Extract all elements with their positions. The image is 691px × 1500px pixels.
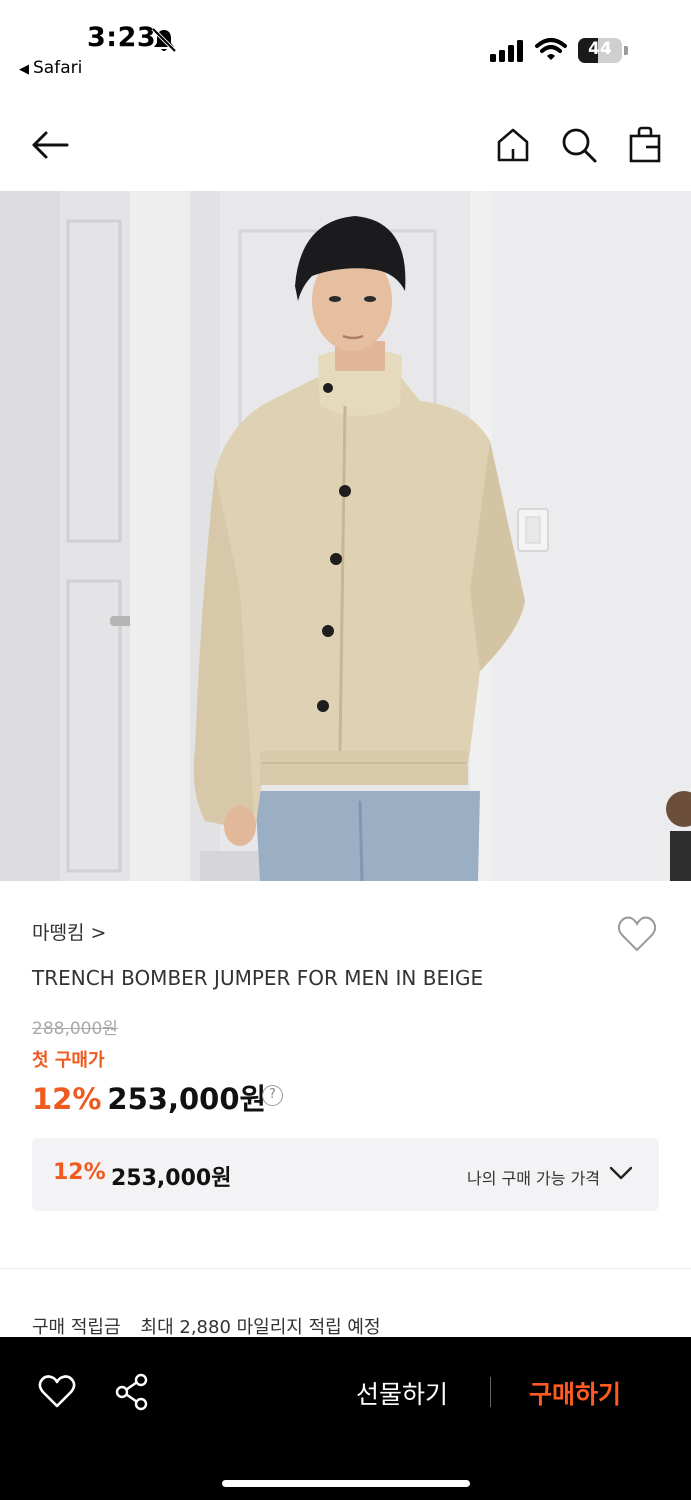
my-price-label: 나의 구매 가능 가격 [467, 1169, 601, 1188]
product-title: TRENCH BOMBER JUMPER FOR MEN IN BEIGE [32, 966, 484, 990]
sale-price-row: 12% 253,000원 [32, 1076, 266, 1116]
wifi-icon [535, 38, 567, 60]
status-time: 3:23 [87, 22, 157, 53]
home-icon[interactable] [496, 127, 530, 163]
first-purchase-label: 첫 구매가 [32, 1050, 105, 1071]
sale-price: 253,000원 [107, 1082, 267, 1116]
search-icon[interactable] [560, 126, 598, 164]
gift-button[interactable]: 선물하기 [356, 1375, 448, 1411]
share-icon[interactable] [114, 1373, 150, 1411]
wishlist-heart-icon[interactable] [38, 1375, 76, 1409]
buy-button[interactable]: 구매하기 [529, 1375, 621, 1411]
heart-icon[interactable] [617, 915, 657, 953]
battery-level: 44 [588, 39, 612, 59]
product-image[interactable] [0, 191, 691, 881]
points-label: 구매 적립금 [32, 1317, 121, 1338]
button-separator [490, 1377, 491, 1407]
my-price-discount: 12% [53, 1160, 106, 1185]
points-info: 구매 적립금 최대 2,880 마일리지 적립 예정 [32, 1313, 381, 1339]
back-triangle-icon: ◀ [19, 62, 29, 77]
status-bar: 3:23 ◀ Safari 44 [0, 0, 691, 95]
home-indicator[interactable] [222, 1480, 470, 1487]
bottom-action-bar: 선물하기 구매하기 [0, 1337, 691, 1500]
help-icon[interactable]: ? [262, 1085, 283, 1106]
shopping-bag-icon[interactable] [628, 126, 662, 164]
back-to-safari-link[interactable]: ◀ Safari [19, 58, 82, 78]
back-arrow-icon[interactable] [30, 128, 70, 162]
section-divider [0, 1268, 691, 1269]
brand-link[interactable]: 마뗑킴 > [32, 918, 106, 945]
chevron-down-icon [609, 1166, 633, 1180]
back-app-label: Safari [33, 58, 83, 78]
my-price-value: 253,000원 [111, 1166, 232, 1191]
original-price: 288,000원 [32, 1019, 118, 1039]
bell-muted-icon [151, 27, 177, 53]
top-nav-bar [0, 112, 691, 182]
cellular-signal-icon [490, 40, 523, 62]
product-photo-illustration [0, 191, 691, 881]
battery-indicator: 44 [578, 38, 628, 63]
discount-percent: 12% [32, 1082, 102, 1116]
points-text: 최대 2,880 마일리지 적립 예정 [140, 1317, 381, 1338]
my-price-dropdown[interactable]: 12% 253,000원 나의 구매 가능 가격 [32, 1138, 659, 1211]
